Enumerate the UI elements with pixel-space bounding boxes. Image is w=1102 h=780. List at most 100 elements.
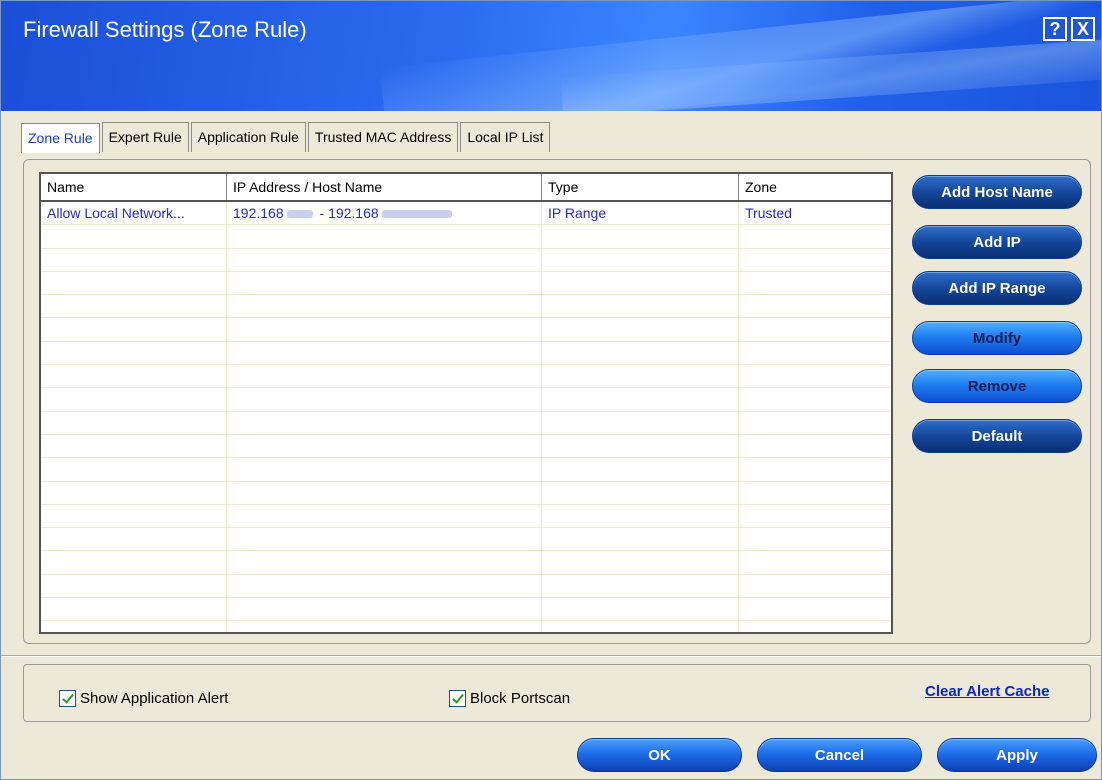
table-row-empty (41, 388, 891, 412)
table-cell-empty (227, 481, 542, 505)
table-cell-empty (41, 248, 227, 272)
ip-end: 192.168 (328, 205, 379, 221)
table-cell-empty (227, 598, 542, 622)
help-button[interactable]: ? (1043, 17, 1067, 41)
zone-rule-table: Name IP Address / Host Name Type Zone Al… (39, 172, 893, 634)
add-ip-button[interactable]: Add IP (912, 225, 1082, 259)
table-cell-empty (542, 388, 739, 412)
table-cell-empty (739, 528, 891, 551)
table-row-empty (41, 621, 891, 632)
ok-button[interactable]: OK (577, 738, 742, 772)
table-row-empty (41, 318, 891, 342)
table-cell-empty (739, 505, 891, 528)
table-cell-empty (739, 435, 891, 458)
table-cell-empty (739, 621, 891, 632)
table-cell-empty (542, 621, 739, 632)
table-cell-empty (41, 388, 227, 412)
tab-zone-rule[interactable]: Zone Rule (21, 123, 100, 153)
table-cell-empty (739, 295, 891, 318)
ip-separator: - (315, 205, 329, 221)
table-cell-empty (542, 271, 739, 295)
block-portscan-checkbox[interactable]: Block Portscan (449, 690, 570, 707)
table-cell-empty (41, 551, 227, 575)
table-cell-empty (41, 481, 227, 505)
cell-zone: Trusted (745, 205, 792, 221)
table-row-empty (41, 434, 891, 459)
table-row-empty (41, 411, 891, 435)
modify-button[interactable]: Modify (912, 321, 1082, 355)
default-button[interactable]: Default (912, 419, 1082, 453)
column-header-type[interactable]: Type (542, 174, 739, 200)
table-row-empty (41, 365, 891, 389)
table-row-empty (41, 248, 891, 272)
column-header-ip-address[interactable]: IP Address / Host Name (227, 174, 542, 200)
table-row-empty (41, 574, 891, 599)
add-host-name-button[interactable]: Add Host Name (912, 175, 1082, 209)
checkbox-checked-icon[interactable] (59, 690, 76, 707)
close-button[interactable]: X (1071, 17, 1095, 41)
table-cell-empty (542, 551, 739, 575)
table-cell-empty (542, 458, 739, 482)
checkbox-checked-icon[interactable] (449, 690, 466, 707)
table-cell-empty (227, 365, 542, 389)
apply-button[interactable]: Apply (937, 738, 1097, 772)
table-cell-empty (542, 504, 739, 528)
table-cell-empty (739, 272, 891, 295)
table-cell-empty (542, 225, 739, 249)
redacted-octets (286, 210, 313, 219)
table-cell-empty (41, 434, 227, 458)
table-cell-empty (542, 574, 739, 598)
table-row-empty (41, 598, 891, 622)
table-cell-empty (41, 598, 227, 622)
table-cell-empty (41, 458, 227, 482)
table-cell-empty (41, 528, 227, 552)
table-cell-empty (227, 504, 542, 528)
table-cell-empty (739, 225, 891, 248)
table-cell-empty (542, 528, 739, 552)
table-cell-empty (227, 574, 542, 598)
table-cell-empty (739, 412, 891, 435)
add-ip-range-button[interactable]: Add IP Range (912, 271, 1082, 305)
table-cell-empty (542, 365, 739, 389)
remove-button[interactable]: Remove (912, 369, 1082, 403)
table-cell-empty (739, 575, 891, 598)
block-portscan-label: Block Portscan (470, 690, 571, 707)
table-cell-empty (41, 295, 227, 319)
table-row-empty (41, 225, 891, 249)
table-cell-empty (739, 388, 891, 411)
column-header-name[interactable]: Name (41, 174, 227, 200)
table-row-empty (41, 271, 891, 296)
table-row-empty (41, 481, 891, 505)
table-cell-empty (227, 341, 542, 365)
table-cell-empty (41, 365, 227, 389)
tab-trusted-mac-address[interactable]: Trusted MAC Address (307, 122, 459, 152)
clear-alert-cache-link[interactable]: Clear Alert Cache (925, 683, 1050, 700)
table-row[interactable]: Allow Local Network... 192.168 - 192.168… (41, 202, 891, 226)
cell-ip-address: 192.168 - 192.168 (227, 202, 542, 225)
show-application-alert-checkbox[interactable]: Show Application Alert (59, 690, 228, 707)
cell-name: Allow Local Network... (41, 202, 227, 225)
table-cell-empty (542, 598, 739, 622)
cancel-button[interactable]: Cancel (757, 738, 922, 772)
table-cell-empty (739, 249, 891, 272)
table-cell-empty (542, 411, 739, 435)
table-row-empty (41, 528, 891, 552)
table-cell-empty (41, 411, 227, 435)
table-cell-empty (227, 318, 542, 342)
table-cell-empty (41, 271, 227, 295)
redacted-octets (381, 210, 452, 219)
table-cell-empty (41, 225, 227, 249)
table-cell-empty (227, 411, 542, 435)
table-cell-empty (542, 318, 739, 342)
table-cell-empty (227, 458, 542, 482)
table-cell-empty (41, 341, 227, 365)
tab-local-ip-list[interactable]: Local IP List (460, 122, 551, 152)
table-cell-empty (227, 621, 542, 632)
tab-expert-rule[interactable]: Expert Rule (101, 122, 189, 152)
table-cell-empty (227, 248, 542, 272)
title-bar: Firewall Settings (Zone Rule) ? X (1, 1, 1101, 111)
table-cell-empty (227, 295, 542, 319)
tab-application-rule[interactable]: Application Rule (190, 122, 306, 152)
table-row-empty (41, 504, 891, 529)
column-header-zone[interactable]: Zone (739, 174, 891, 200)
